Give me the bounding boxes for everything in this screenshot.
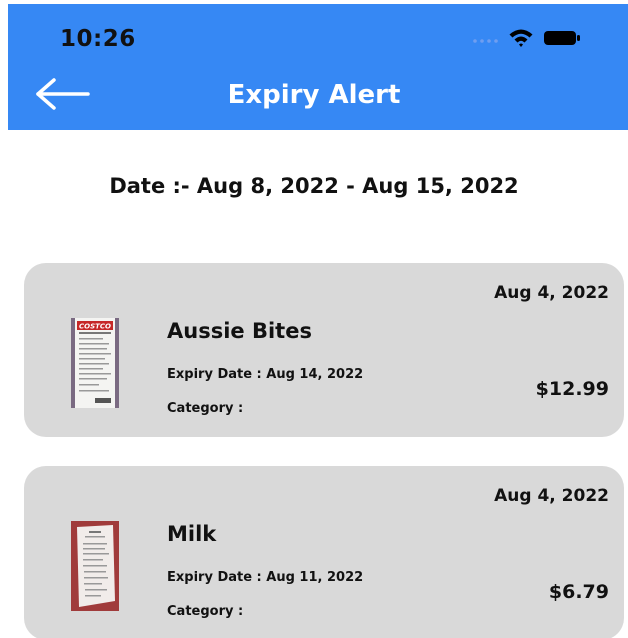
app-header [8, 4, 628, 130]
expiry-alert-screen: 10:26 Expiry Alert Date :- Aug 8, 2022 -… [0, 0, 628, 638]
status-time: 10:26 [60, 26, 136, 52]
purchase-date: Aug 4, 2022 [494, 283, 609, 303]
page-title: Expiry Alert [227, 80, 401, 110]
expiry-item-card[interactable]: Aug 4, 2022 COSTCO Aussie Bites Expiry D… [24, 263, 624, 437]
category-label: Category : [167, 401, 244, 416]
category-label: Category : [167, 604, 244, 619]
wifi-icon [509, 29, 533, 47]
receipt-thumbnail [71, 521, 119, 611]
purchase-date: Aug 4, 2022 [494, 486, 609, 506]
expiry-date: Expiry Date : Aug 14, 2022 [167, 367, 364, 382]
item-price: $12.99 [535, 378, 609, 400]
signal-dots-icon [473, 39, 498, 43]
battery-icon [544, 31, 580, 45]
expiry-date: Expiry Date : Aug 11, 2022 [167, 570, 364, 585]
expiry-item-card[interactable]: Aug 4, 2022 Milk Expiry Date : Aug 11, 2… [24, 466, 624, 638]
svg-text:COSTCO: COSTCO [79, 323, 111, 331]
item-name: Milk [167, 522, 217, 546]
date-range-label: Date :- Aug 8, 2022 - Aug 15, 2022 [109, 174, 519, 198]
item-name: Aussie Bites [167, 319, 312, 343]
item-price: $6.79 [548, 581, 609, 603]
receipt-thumbnail: COSTCO [71, 318, 119, 408]
